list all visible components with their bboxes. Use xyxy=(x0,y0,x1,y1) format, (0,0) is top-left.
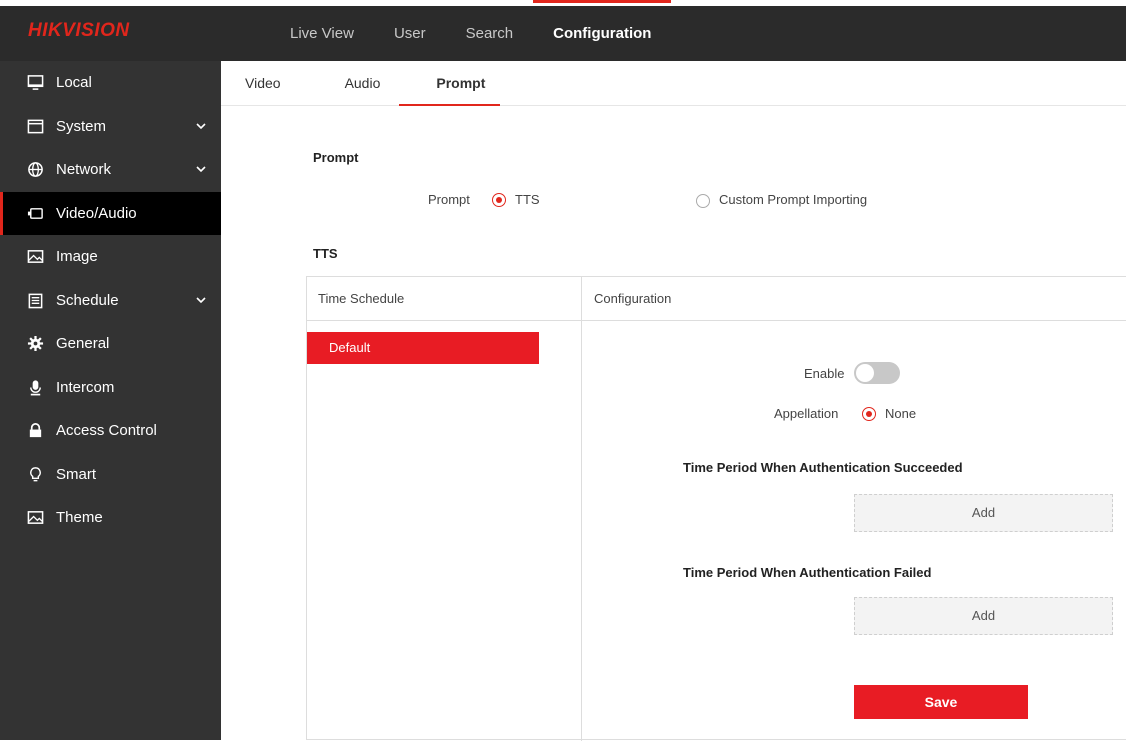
sidebar-item-general[interactable]: General xyxy=(0,322,221,366)
appellation-label: Appellation xyxy=(774,406,839,421)
succeeded-title: Time Period When Authentication Succeede… xyxy=(683,460,963,475)
sidebar-item-label: Smart xyxy=(56,465,97,483)
nav-user[interactable]: User xyxy=(374,6,446,61)
calendar-icon xyxy=(26,291,44,309)
tab-video[interactable]: Video xyxy=(221,61,305,106)
sidebar: Local System Network Video/Audio Image S… xyxy=(0,61,221,740)
col-time-schedule: Time Schedule xyxy=(318,291,405,306)
sidebar-item-label: Intercom xyxy=(56,378,115,396)
sidebar-item-schedule[interactable]: Schedule xyxy=(0,279,221,323)
sidebar-item-label: Local xyxy=(56,74,92,92)
top-bar: HIKVISION Live View User Search Configur… xyxy=(0,0,1126,61)
radio-custom-prompt[interactable] xyxy=(696,194,710,208)
radio-appellation-none[interactable] xyxy=(862,407,876,421)
sidebar-item-label: General xyxy=(56,335,110,353)
radio-tts[interactable] xyxy=(492,193,506,207)
tts-section-title: TTS xyxy=(313,246,338,261)
save-button[interactable]: Save xyxy=(854,685,1028,719)
sidebar-item-label: Video/Audio xyxy=(56,204,137,222)
lock-icon xyxy=(26,422,44,440)
hikvision-logo: HIKVISION xyxy=(28,20,130,41)
toggle-knob xyxy=(856,364,874,382)
col-configuration: Configuration xyxy=(594,291,672,306)
top-nav: Live View User Search Configuration xyxy=(270,0,672,61)
sidebar-item-intercom[interactable]: Intercom xyxy=(0,366,221,410)
add-succeeded-button[interactable]: Add xyxy=(854,494,1113,532)
chevron-down-icon xyxy=(196,296,206,303)
sidebar-item-system[interactable]: System xyxy=(0,105,221,149)
sidebar-item-smart[interactable]: Smart xyxy=(0,453,221,497)
radio-tts-label: TTS xyxy=(515,192,540,207)
sidebar-item-label: Network xyxy=(56,161,112,179)
sidebar-item-network[interactable]: Network xyxy=(0,148,221,192)
sidebar-item-video-audio[interactable]: Video/Audio xyxy=(0,191,221,235)
nav-search[interactable]: Search xyxy=(446,6,534,61)
tab-prompt[interactable]: Prompt xyxy=(410,61,509,106)
microphone-icon xyxy=(26,378,44,396)
chevron-down-icon xyxy=(196,122,206,129)
active-tab-underline xyxy=(399,104,500,106)
tab-audio[interactable]: Audio xyxy=(305,61,411,106)
table-header xyxy=(307,277,1126,321)
nav-live-view[interactable]: Live View xyxy=(270,6,374,61)
add-failed-button[interactable]: Add xyxy=(854,597,1113,635)
prompt-section-title: Prompt xyxy=(313,150,359,165)
column-divider xyxy=(581,277,582,741)
schedule-item-default[interactable]: Default xyxy=(307,332,539,364)
sidebar-item-image[interactable]: Image xyxy=(0,235,221,279)
radio-custom-prompt-label: Custom Prompt Importing xyxy=(719,192,868,207)
gear-icon xyxy=(26,335,44,353)
sidebar-item-label: Theme xyxy=(56,509,103,527)
sidebar-item-local[interactable]: Local xyxy=(0,61,221,105)
failed-title: Time Period When Authentication Failed xyxy=(683,565,932,580)
sidebar-item-label: Image xyxy=(56,248,98,266)
video-icon xyxy=(26,204,44,222)
enable-label: Enable xyxy=(804,366,845,381)
prompt-field-label: Prompt xyxy=(428,192,470,207)
chevron-down-icon xyxy=(196,166,206,173)
sidebar-item-label: Access Control xyxy=(56,422,157,440)
image-icon xyxy=(26,248,44,266)
monitor-icon xyxy=(26,74,44,92)
enable-toggle[interactable] xyxy=(854,362,900,384)
sidebar-item-label: System xyxy=(56,117,107,135)
nav-configuration[interactable]: Configuration xyxy=(533,0,672,61)
window-icon xyxy=(26,117,44,135)
sidebar-item-label: Schedule xyxy=(56,291,119,309)
sidebar-item-theme[interactable]: Theme xyxy=(0,496,221,540)
picture-icon xyxy=(26,509,44,527)
sidebar-item-access-control[interactable]: Access Control xyxy=(0,409,221,453)
sub-tabs: Video Audio Prompt xyxy=(221,61,1126,106)
radio-appellation-none-label: None xyxy=(885,406,917,421)
bulb-icon xyxy=(26,465,44,483)
globe-icon xyxy=(26,161,44,179)
